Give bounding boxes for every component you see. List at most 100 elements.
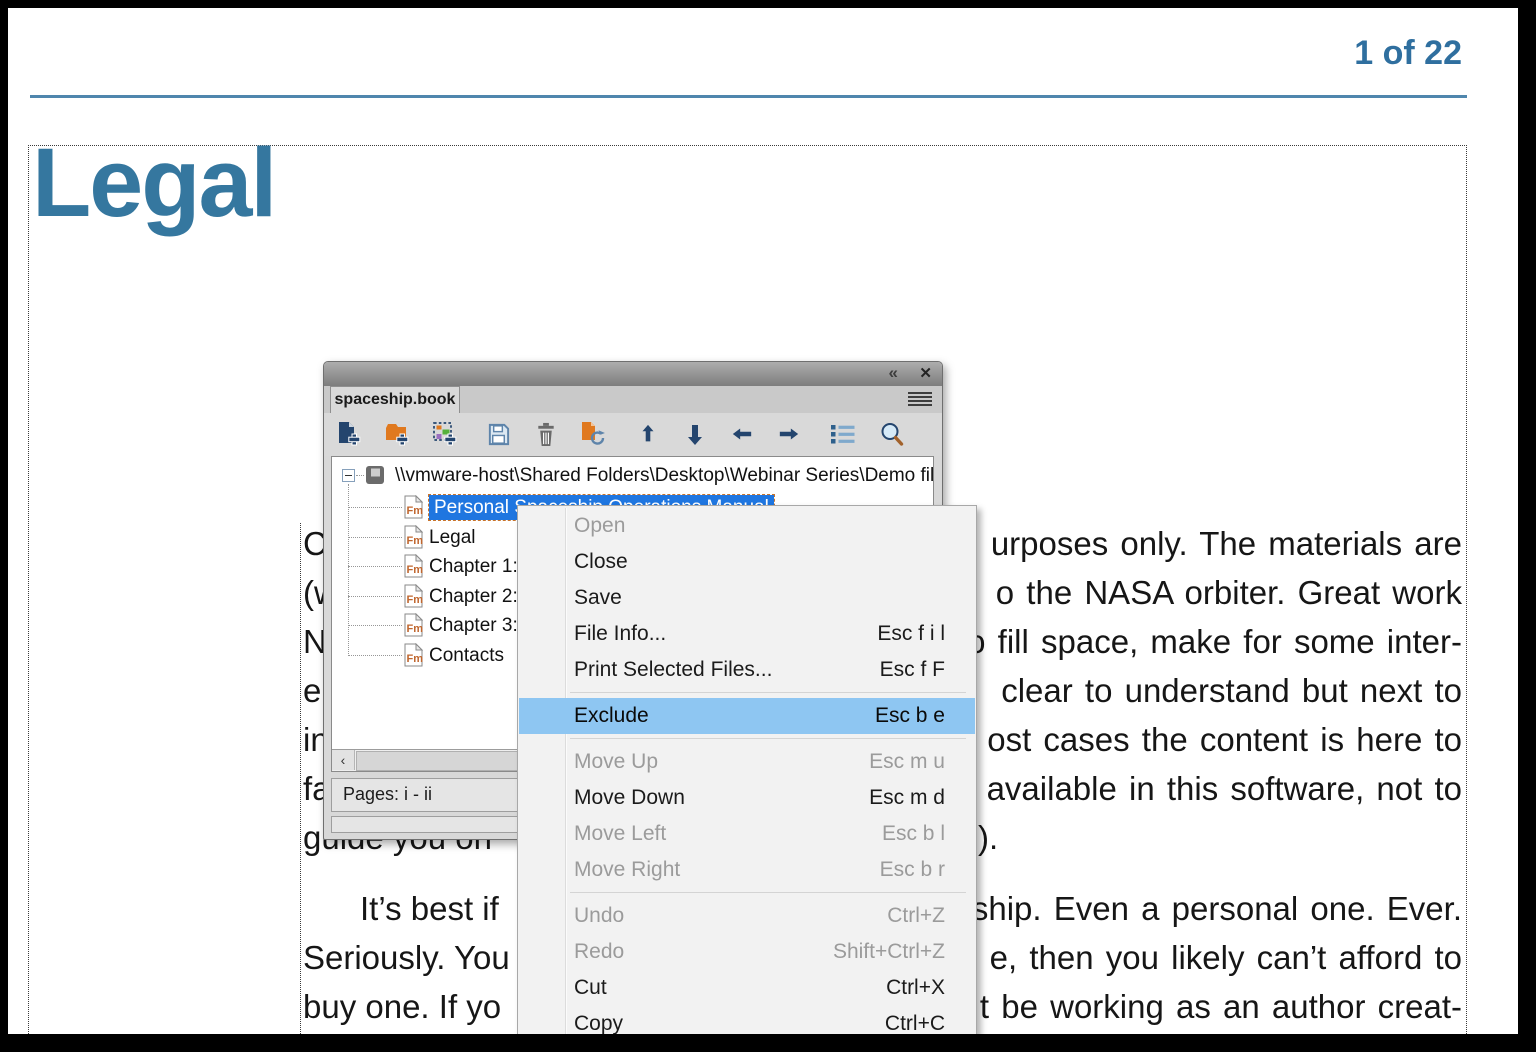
svg-text:Fm: Fm xyxy=(407,594,424,606)
menu-separator xyxy=(570,738,966,739)
tree-item-label: Chapter 3: xyxy=(429,612,518,639)
frame-border-top xyxy=(0,0,1536,8)
page-indicator: 1 of 22 xyxy=(1354,34,1462,73)
screenshot-root: 1 of 22 Legal Curposes only. The materia… xyxy=(0,0,1536,1052)
fm-file-icon: Fm xyxy=(404,643,423,667)
menu-item-label: Move Up xyxy=(574,750,658,774)
move-up-icon[interactable] xyxy=(634,420,662,448)
menu-item-file-info[interactable]: File Info...Esc f i l xyxy=(519,616,975,652)
body-line-right: ship. Even a personal one. Ever. xyxy=(972,892,1462,925)
menu-item-move-up: Move Up Esc m u xyxy=(519,744,975,780)
delete-icon[interactable] xyxy=(532,420,560,448)
body-line-right: o fill space, make for some inter- xyxy=(967,625,1462,658)
svg-text:Fm: Fm xyxy=(407,505,424,517)
fm-file-icon: Fm xyxy=(404,495,423,519)
menu-item-label: Close xyxy=(574,550,628,574)
menu-item-label: Print Selected Files... xyxy=(574,658,772,682)
fm-file-icon: Fm xyxy=(404,554,423,578)
menu-item-shortcut: Ctrl+X xyxy=(886,976,945,1000)
scrollbar-thumb[interactable] xyxy=(356,751,518,771)
context-menu: OpenCloseSaveFile Info...Esc f i lPrint … xyxy=(517,505,977,1052)
fm-file-icon: Fm xyxy=(404,584,423,608)
menu-item-open: Open xyxy=(519,508,975,544)
menu-item-label: Open xyxy=(574,514,625,538)
svg-text:Fm: Fm xyxy=(407,623,424,635)
menu-item-undo: UndoCtrl+Z xyxy=(519,898,975,934)
tree-item-label: Chapter 1: xyxy=(429,553,518,580)
body-line-right: t be working as an author creat- xyxy=(980,990,1462,1023)
menu-item-save[interactable]: Save xyxy=(519,580,975,616)
menu-separator xyxy=(570,692,966,693)
menu-item-shortcut: Esc b r xyxy=(880,858,945,882)
move-right-icon[interactable] xyxy=(775,420,803,448)
menu-item-cut[interactable]: Cut Ctrl+X xyxy=(519,970,975,1006)
tab-spaceship-book[interactable]: spaceship.book xyxy=(330,386,460,413)
book-icon xyxy=(365,465,385,485)
book-root-path: \\vmware-host\Shared Folders\Desktop\Web… xyxy=(395,462,934,489)
search-icon[interactable] xyxy=(878,420,906,448)
panel-title-bar[interactable]: « ✕ xyxy=(324,362,942,387)
scroll-left-icon[interactable]: ‹ xyxy=(332,750,355,770)
menu-item-exclude[interactable]: Exclude Esc b e xyxy=(519,698,975,734)
list-view-icon[interactable] xyxy=(828,420,856,448)
menu-item-shortcut: Ctrl+C xyxy=(885,1012,945,1036)
menu-item-label: Exclude xyxy=(574,704,649,728)
menu-item-label: Move Down xyxy=(574,786,685,810)
tree-item-label: Legal xyxy=(429,524,476,551)
menu-item-print-selected-files[interactable]: Print Selected Files... Esc f F xyxy=(519,652,975,688)
save-icon[interactable] xyxy=(484,420,512,448)
body-line-right: ). xyxy=(978,821,998,854)
frame-border-bottom xyxy=(0,1034,1536,1052)
tree-root-row[interactable]: \\vmware-host\Shared Folders\Desktop\Web… xyxy=(332,462,933,489)
menu-item-shortcut: Ctrl+Z xyxy=(887,904,945,928)
menu-item-move-left: Move LeftEsc b l xyxy=(519,816,975,852)
menu-item-shortcut: Esc b e xyxy=(875,704,945,728)
menu-item-shortcut: Esc b l xyxy=(882,822,945,846)
body-line-right: ost cases the content is here to xyxy=(987,723,1462,756)
body-line-right: urposes only. The materials are xyxy=(991,527,1462,560)
svg-text:Fm: Fm xyxy=(407,653,424,665)
menu-item-move-right: Move Right Esc b r xyxy=(519,852,975,888)
close-panel-icon[interactable]: ✕ xyxy=(919,364,932,382)
menu-item-close[interactable]: Close xyxy=(519,544,975,580)
body-line-left: e xyxy=(303,674,321,707)
body-line-right: available in this software, not to xyxy=(987,772,1462,805)
menu-item-move-down[interactable]: Move Down Esc m d xyxy=(519,780,975,816)
menu-item-label: Cut xyxy=(574,976,607,1000)
body-line-left: It’s best if xyxy=(360,892,499,925)
tree-expander-icon[interactable] xyxy=(342,469,355,482)
add-folder-icon[interactable] xyxy=(383,420,411,448)
body-line-right: e, then you likely can’t afford to xyxy=(990,941,1462,974)
header-rule xyxy=(30,95,1467,98)
menu-separator xyxy=(570,892,966,893)
menu-item-shortcut: Esc f F xyxy=(880,658,945,682)
menu-item-label: Redo xyxy=(574,940,624,964)
move-left-icon[interactable] xyxy=(728,420,756,448)
body-frame-border xyxy=(300,523,302,1034)
move-down-icon[interactable] xyxy=(681,420,709,448)
menu-item-label: Save xyxy=(574,586,622,610)
svg-text:Fm: Fm xyxy=(407,564,424,576)
add-file-icon[interactable] xyxy=(335,420,363,448)
update-book-icon[interactable] xyxy=(578,420,606,448)
svg-text:Fm: Fm xyxy=(407,535,424,547)
menu-item-redo: Redo Shift+Ctrl+Z xyxy=(519,934,975,970)
book-toolbar xyxy=(324,413,942,456)
collapse-panel-icon[interactable]: « xyxy=(889,363,898,383)
menu-item-shortcut: Esc m u xyxy=(869,750,945,774)
menu-item-label: Copy xyxy=(574,1012,623,1036)
menu-item-label: Move Right xyxy=(574,858,680,882)
body-line-right: clear to understand but next to xyxy=(1001,674,1462,707)
menu-item-shortcut: Shift+Ctrl+Z xyxy=(833,940,945,964)
panel-menu-icon[interactable] xyxy=(908,392,932,407)
tree-item-label: Chapter 2: xyxy=(429,583,518,610)
tree-item-label: Contacts xyxy=(429,642,504,669)
body-line-right: o the NASA orbiter. Great work xyxy=(996,576,1462,609)
frame-border-left xyxy=(0,0,8,1052)
fm-file-icon: Fm xyxy=(404,613,423,637)
body-line-left: buy one. If yo xyxy=(303,990,501,1023)
menu-item-shortcut: Esc m d xyxy=(869,786,945,810)
menu-item-label: File Info... xyxy=(574,622,666,646)
fm-file-icon: Fm xyxy=(404,525,423,549)
add-selection-icon[interactable] xyxy=(431,420,459,448)
